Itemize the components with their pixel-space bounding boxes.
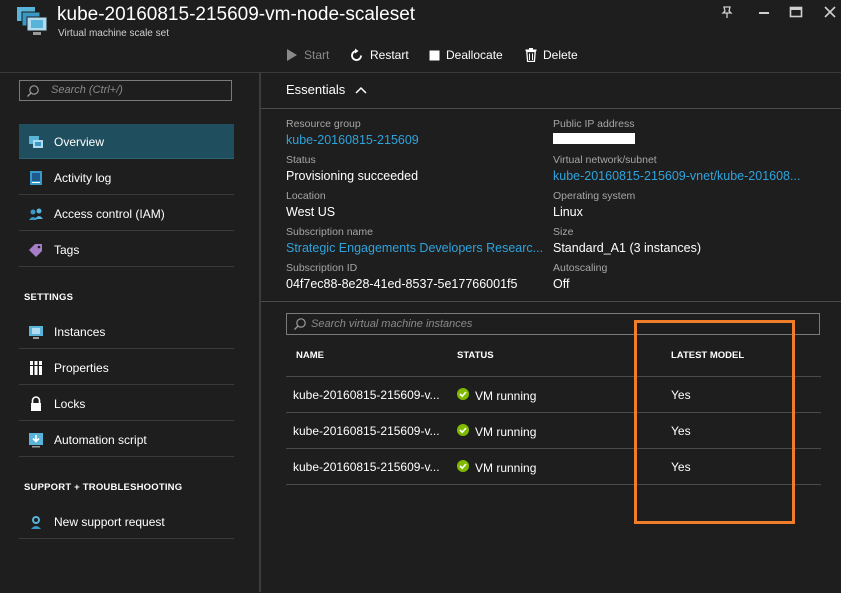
settings-header: SETTINGS xyxy=(24,292,74,303)
instance-name[interactable]: kube-20160815-215609-v... xyxy=(293,388,440,402)
instance-name[interactable]: kube-20160815-215609-v... xyxy=(293,460,440,474)
nav-label: Locks xyxy=(54,397,86,411)
nav-label: Instances xyxy=(54,325,106,339)
os-label: Operating system xyxy=(553,190,636,202)
nav-label: Properties xyxy=(54,361,109,375)
vnet-label: Virtual network/subnet xyxy=(553,154,657,166)
size-label: Size xyxy=(553,226,574,238)
nav-label: Access control (IAM) xyxy=(54,207,165,221)
instance-search-placeholder: Search virtual machine instances xyxy=(311,318,473,330)
subscription-name-link[interactable]: Strategic Engagements Developers Researc… xyxy=(286,241,543,255)
autoscaling-value: Off xyxy=(553,277,570,291)
activity-log-icon xyxy=(28,170,44,186)
support-icon xyxy=(28,514,44,530)
subscription-id-label: Subscription ID xyxy=(286,262,358,274)
check-circle-icon xyxy=(457,424,469,439)
chevron-up-icon xyxy=(355,82,367,97)
location-label: Location xyxy=(286,190,326,202)
play-icon xyxy=(286,48,298,62)
check-circle-icon xyxy=(457,460,469,475)
instances-icon xyxy=(28,324,44,340)
restart-button[interactable]: Restart xyxy=(349,46,409,64)
subscription-id-value: 04f7ec88-8e28-41ed-8537-5e17766001f5 xyxy=(286,277,518,291)
tag-icon xyxy=(28,242,44,258)
properties-icon xyxy=(28,360,44,376)
menu-search-input[interactable]: Search (Ctrl+/) xyxy=(19,80,232,101)
resource-group-link[interactable]: kube-20160815-215609 xyxy=(286,133,419,147)
nav-overview[interactable]: Overview xyxy=(19,124,234,159)
minimize-icon[interactable] xyxy=(753,5,775,25)
resource-group-label: Resource group xyxy=(286,118,361,130)
essentials-title: Essentials xyxy=(286,82,346,97)
page-subtitle: Virtual machine scale set xyxy=(58,28,169,39)
maximize-icon[interactable] xyxy=(785,5,807,25)
status-value: Provisioning succeeded xyxy=(286,169,419,183)
autoscaling-label: Autoscaling xyxy=(553,262,608,274)
delete-button[interactable]: Delete xyxy=(525,46,578,64)
subscription-name-label: Subscription name xyxy=(286,226,373,238)
annotation-highlight-box xyxy=(634,320,795,524)
status-text: VM running xyxy=(475,424,537,439)
stop-icon xyxy=(429,50,440,61)
status-text: VM running xyxy=(475,460,537,475)
nav-new-support-request[interactable]: New support request xyxy=(19,504,234,539)
deallocate-label: Deallocate xyxy=(446,48,503,62)
divider xyxy=(261,108,841,109)
page-title: kube-20160815-215609-vm-node-scaleset xyxy=(57,4,416,25)
restart-label: Restart xyxy=(370,48,409,62)
column-header-name[interactable]: NAME xyxy=(296,350,324,361)
os-value: Linux xyxy=(553,205,583,219)
instance-status: VM running xyxy=(457,460,536,475)
delete-label: Delete xyxy=(543,48,578,62)
iam-icon xyxy=(28,206,44,222)
vnet-link[interactable]: kube-20160815-215609-vnet/kube-201608... xyxy=(553,169,800,183)
instance-status: VM running xyxy=(457,388,536,403)
status-label: Status xyxy=(286,154,316,166)
column-header-status[interactable]: STATUS xyxy=(457,350,494,361)
nav-properties[interactable]: Properties xyxy=(19,350,234,385)
nav-access-control[interactable]: Access control (IAM) xyxy=(19,196,234,231)
deallocate-button[interactable]: Deallocate xyxy=(429,46,503,64)
search-icon xyxy=(26,84,40,101)
nav-automation-script[interactable]: Automation script xyxy=(19,422,234,457)
overview-icon xyxy=(28,134,44,150)
location-value: West US xyxy=(286,205,336,219)
nav-activity-log[interactable]: Activity log xyxy=(19,160,234,195)
lock-icon xyxy=(28,396,44,412)
nav-label: New support request xyxy=(54,515,165,529)
start-button[interactable]: Start xyxy=(286,46,329,64)
public-ip-label: Public IP address xyxy=(553,118,635,130)
essentials-toggle[interactable]: Essentials xyxy=(286,82,367,97)
search-icon xyxy=(293,317,307,334)
check-circle-icon xyxy=(457,388,469,403)
nav-tags[interactable]: Tags xyxy=(19,232,234,267)
support-header: SUPPORT + TROUBLESHOOTING xyxy=(24,482,183,493)
start-label: Start xyxy=(304,48,330,62)
trash-icon xyxy=(525,48,537,62)
divider xyxy=(261,301,841,302)
redacted-ip xyxy=(553,133,635,144)
close-icon[interactable] xyxy=(819,5,841,25)
restart-icon xyxy=(349,48,364,63)
menu-search-placeholder: Search (Ctrl+/) xyxy=(51,84,123,96)
nav-locks[interactable]: Locks xyxy=(19,386,234,421)
instance-name[interactable]: kube-20160815-215609-v... xyxy=(293,424,440,438)
size-value: Standard_A1 (3 instances) xyxy=(553,241,702,255)
status-text: VM running xyxy=(475,388,537,403)
nav-label: Overview xyxy=(54,135,105,149)
automation-icon xyxy=(28,432,44,448)
scale-set-icon xyxy=(16,4,50,36)
pin-icon[interactable] xyxy=(716,5,738,25)
nav-label: Activity log xyxy=(54,171,112,185)
nav-label: Tags xyxy=(54,243,80,257)
instance-status: VM running xyxy=(457,424,536,439)
nav-label: Automation script xyxy=(54,433,147,447)
nav-instances[interactable]: Instances xyxy=(19,314,234,349)
